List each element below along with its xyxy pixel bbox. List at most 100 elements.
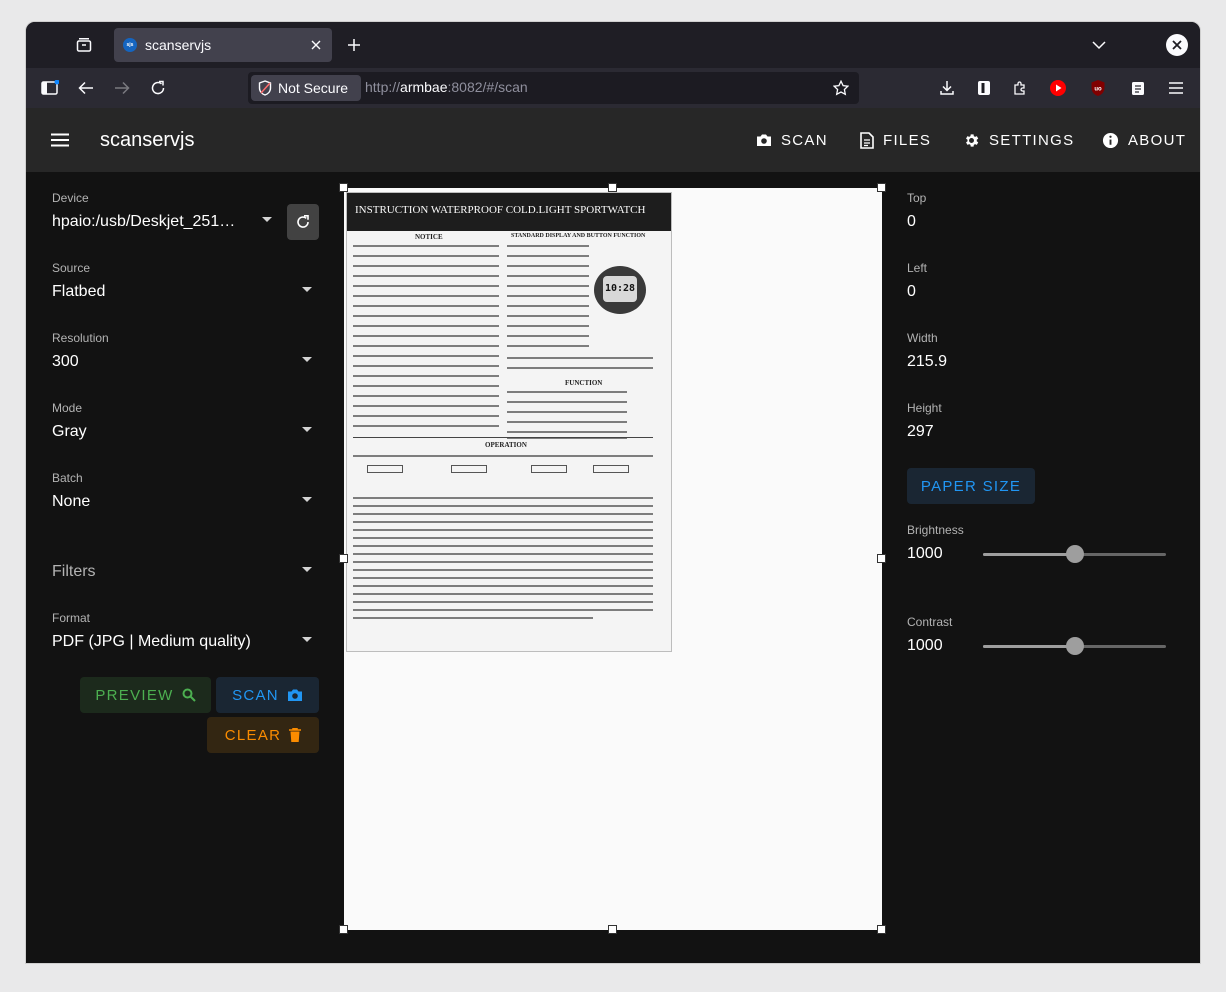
crop-handle-bottom[interactable] [608, 925, 617, 934]
resolution-label: Resolution [52, 331, 109, 345]
svg-text:uo: uo [1094, 87, 1102, 93]
crop-handle-top[interactable] [608, 183, 617, 192]
nav-files-button[interactable]: FILES [860, 122, 931, 158]
contrast-slider[interactable] [983, 637, 1166, 655]
crop-handle-top-right[interactable] [877, 183, 886, 192]
trash-icon [289, 728, 302, 742]
ublock-origin-icon[interactable]: uo [1088, 78, 1108, 98]
crop-handle-top-left[interactable] [339, 183, 348, 192]
nav-settings-button[interactable]: SETTINGS [963, 122, 1074, 158]
url-rest: :8082/#/scan [447, 79, 528, 95]
width-input[interactable]: 215.9 [907, 353, 947, 371]
document-notice-heading: NOTICE [415, 233, 443, 241]
source-select[interactable]: Flatbed [52, 283, 105, 301]
device-label: Device [52, 191, 89, 205]
nav-scan-button[interactable]: SCAN [756, 122, 828, 158]
security-indicator[interactable]: Not Secure [251, 75, 361, 101]
close-tab-icon[interactable] [308, 37, 324, 53]
paper-size-button[interactable]: PAPER SIZE [907, 468, 1035, 504]
document-heading: INSTRUCTION WATERPROOF COLD.LIGHT SPORTW… [347, 193, 671, 231]
filters-select[interactable]: Filters [52, 563, 96, 581]
document-display-heading: STANDARD DISPLAY AND BUTTON FUNCTION [511, 233, 646, 239]
preview-button[interactable]: PREVIEW [80, 677, 211, 713]
close-window-icon[interactable] [1166, 34, 1188, 56]
crop-handle-left[interactable] [339, 554, 348, 563]
batch-label: Batch [52, 471, 83, 485]
sidebar-icon[interactable] [40, 78, 60, 98]
format-select[interactable]: PDF (JPG | Medium quality) [52, 633, 251, 651]
width-label: Width [907, 331, 938, 345]
contrast-value[interactable]: 1000 [907, 637, 943, 655]
paper-size-label: PAPER SIZE [920, 477, 1022, 495]
brightness-slider-thumb[interactable] [1065, 545, 1084, 563]
new-tab-icon[interactable] [345, 36, 363, 54]
refresh-devices-button[interactable] [287, 204, 319, 240]
info-icon [1102, 132, 1119, 148]
tab-title: scanservjs [145, 37, 212, 53]
tab-bar: sjs scanservjs [26, 22, 1200, 68]
magnify-icon [182, 688, 196, 702]
resolution-dropdown-icon[interactable] [302, 357, 312, 362]
scan-button[interactable]: SCAN [216, 677, 319, 713]
shield-warning-icon [257, 80, 273, 96]
filters-dropdown-icon[interactable] [302, 567, 312, 572]
preview-label: PREVIEW [95, 686, 174, 704]
back-arrow-icon[interactable] [76, 78, 96, 98]
source-dropdown-icon[interactable] [302, 287, 312, 292]
batch-dropdown-icon[interactable] [302, 497, 312, 502]
brightness-slider[interactable] [983, 545, 1166, 563]
batch-select[interactable]: None [52, 493, 90, 511]
device-dropdown-icon[interactable] [262, 217, 272, 222]
clipboard-extension-icon[interactable] [1128, 78, 1148, 98]
reload-icon[interactable] [148, 78, 168, 98]
document-function-heading: FUNCTION [565, 379, 603, 387]
downloads-icon[interactable] [937, 78, 957, 98]
scan-preview[interactable]: INSTRUCTION WATERPROOF COLD.LIGHT SPORTW… [339, 183, 886, 934]
document-operation-heading: OPERATION [485, 441, 527, 449]
nav-files-label: FILES [883, 131, 932, 149]
height-input[interactable]: 297 [907, 423, 934, 441]
top-label: Top [907, 191, 927, 205]
menu-icon[interactable] [50, 130, 70, 150]
hamburger-menu-icon[interactable] [1166, 78, 1186, 98]
security-label: Not Secure [278, 80, 349, 96]
left-input[interactable]: 0 [907, 283, 916, 301]
tab-groups-icon[interactable] [74, 35, 94, 55]
extensions-puzzle-icon[interactable] [1010, 78, 1030, 98]
mode-select[interactable]: Gray [52, 423, 87, 441]
brightness-label: Brightness [907, 523, 964, 537]
crop-handle-bottom-right[interactable] [877, 925, 886, 934]
watch-face: 10:28 [603, 276, 637, 302]
format-dropdown-icon[interactable] [302, 637, 312, 642]
url-text[interactable]: http://armbae:8082/#/scan [365, 79, 528, 95]
app-bar: scanservjs SCAN FILES SETTINGS ABOUT [26, 108, 1200, 172]
scan-label: SCAN [232, 686, 279, 704]
bookmark-star-icon[interactable] [832, 79, 850, 97]
top-input[interactable]: 0 [907, 213, 916, 231]
device-select[interactable]: hpaio:/usb/Deskjet_251… [52, 213, 242, 231]
app-title: scanservjs [100, 129, 195, 151]
mode-dropdown-icon[interactable] [302, 427, 312, 432]
file-icon [860, 131, 874, 149]
crop-handle-bottom-left[interactable] [339, 925, 348, 934]
url-prefix: http:// [365, 79, 401, 95]
tab-list-chevron-icon[interactable] [1090, 36, 1108, 54]
gear-icon [966, 133, 979, 147]
refresh-icon [297, 215, 309, 228]
browser-window: sjs scanservjs Not Secure http://armbae:… [26, 22, 1200, 963]
contrast-slider-thumb[interactable] [1065, 637, 1084, 655]
nav-settings-label: SETTINGS [989, 131, 1075, 149]
brightness-value[interactable]: 1000 [907, 545, 943, 563]
forward-arrow-icon[interactable] [112, 78, 132, 98]
camera-icon [287, 689, 302, 701]
clear-button[interactable]: CLEAR [207, 717, 319, 753]
height-label: Height [907, 401, 942, 415]
crop-handle-right[interactable] [877, 554, 886, 563]
tab-scanservjs[interactable]: sjs scanservjs [114, 28, 332, 62]
resolution-select[interactable]: 300 [52, 353, 79, 371]
address-bar[interactable]: Not Secure http://armbae:8082/#/scan [248, 72, 859, 104]
youtube-extension-icon[interactable] [1048, 78, 1068, 98]
nav-about-label: ABOUT [1128, 131, 1187, 149]
nav-about-button[interactable]: ABOUT [1102, 122, 1186, 158]
reader-extension-icon[interactable] [974, 78, 994, 98]
